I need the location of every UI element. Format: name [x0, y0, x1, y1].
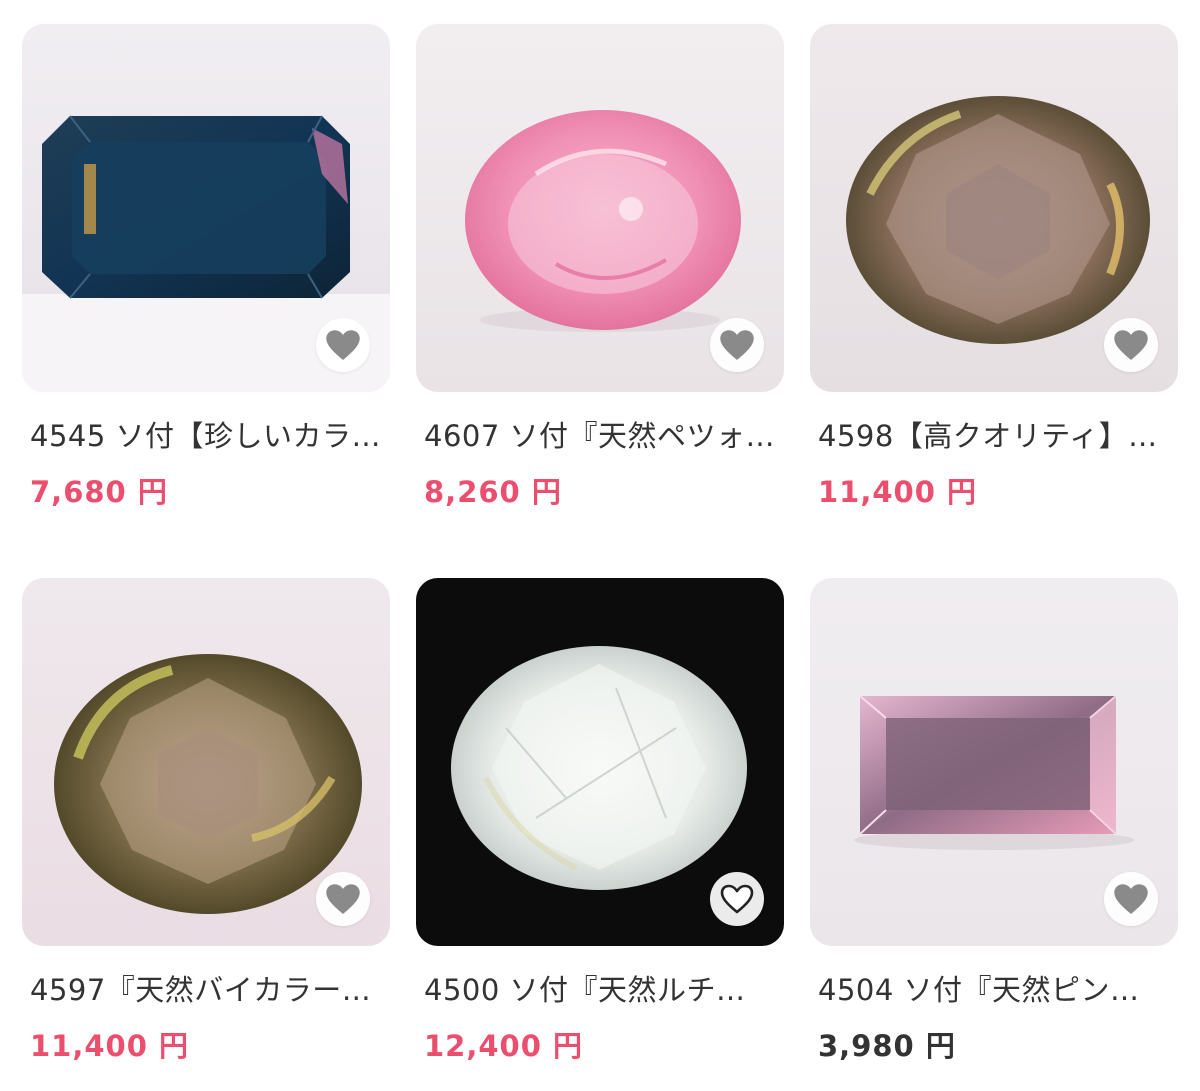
product-card[interactable]: 4607 ソ付『天然ペツォ… 8,260 円 [416, 24, 784, 509]
product-price: 8,260 円 [424, 475, 562, 509]
product-price: 7,680 円 [30, 475, 168, 509]
product-card[interactable]: 4545 ソ付【珍しいカラ… 7,680 円 [22, 24, 390, 509]
product-thumbnail[interactable] [22, 24, 390, 392]
like-button[interactable] [710, 872, 764, 926]
product-title[interactable]: 4598【高クオリティ】… [818, 416, 1178, 456]
like-button[interactable] [316, 318, 370, 372]
product-title[interactable]: 4500 ソ付『天然ルチ… [424, 970, 784, 1010]
product-thumbnail[interactable] [416, 578, 784, 946]
product-thumbnail[interactable] [810, 24, 1178, 392]
product-thumbnail[interactable] [810, 578, 1178, 946]
product-thumbnail[interactable] [22, 578, 390, 946]
product-card[interactable]: 4500 ソ付『天然ルチ… 12,400 円 [416, 578, 784, 1063]
like-button[interactable] [1104, 318, 1158, 372]
heart-icon [1114, 884, 1148, 914]
product-card[interactable]: 4598【高クオリティ】… 11,400 円 [810, 24, 1178, 509]
product-title[interactable]: 4504 ソ付『天然ピン… [818, 970, 1178, 1010]
product-price: 11,400 円 [30, 1029, 190, 1063]
like-button[interactable] [316, 872, 370, 926]
product-card[interactable]: 4597『天然バイカラー… 11,400 円 [22, 578, 390, 1063]
heart-icon [326, 330, 360, 360]
product-title[interactable]: 4597『天然バイカラー… [30, 970, 390, 1010]
heart-icon [1114, 330, 1148, 360]
heart-outline-icon [720, 884, 754, 914]
product-thumbnail[interactable] [416, 24, 784, 392]
heart-icon [326, 884, 360, 914]
like-button[interactable] [710, 318, 764, 372]
product-price: 3,980 円 [818, 1029, 956, 1063]
heart-icon [720, 330, 754, 360]
product-price: 11,400 円 [818, 475, 978, 509]
product-price: 12,400 円 [424, 1029, 584, 1063]
like-button[interactable] [1104, 872, 1158, 926]
product-title[interactable]: 4545 ソ付【珍しいカラ… [30, 416, 390, 456]
product-grid: 4545 ソ付【珍しいカラ… 7,680 円 4607 ソ付『天然ペツォ… 8,… [0, 0, 1200, 1091]
product-card[interactable]: 4504 ソ付『天然ピン… 3,980 円 [810, 578, 1178, 1063]
product-title[interactable]: 4607 ソ付『天然ペツォ… [424, 416, 784, 456]
